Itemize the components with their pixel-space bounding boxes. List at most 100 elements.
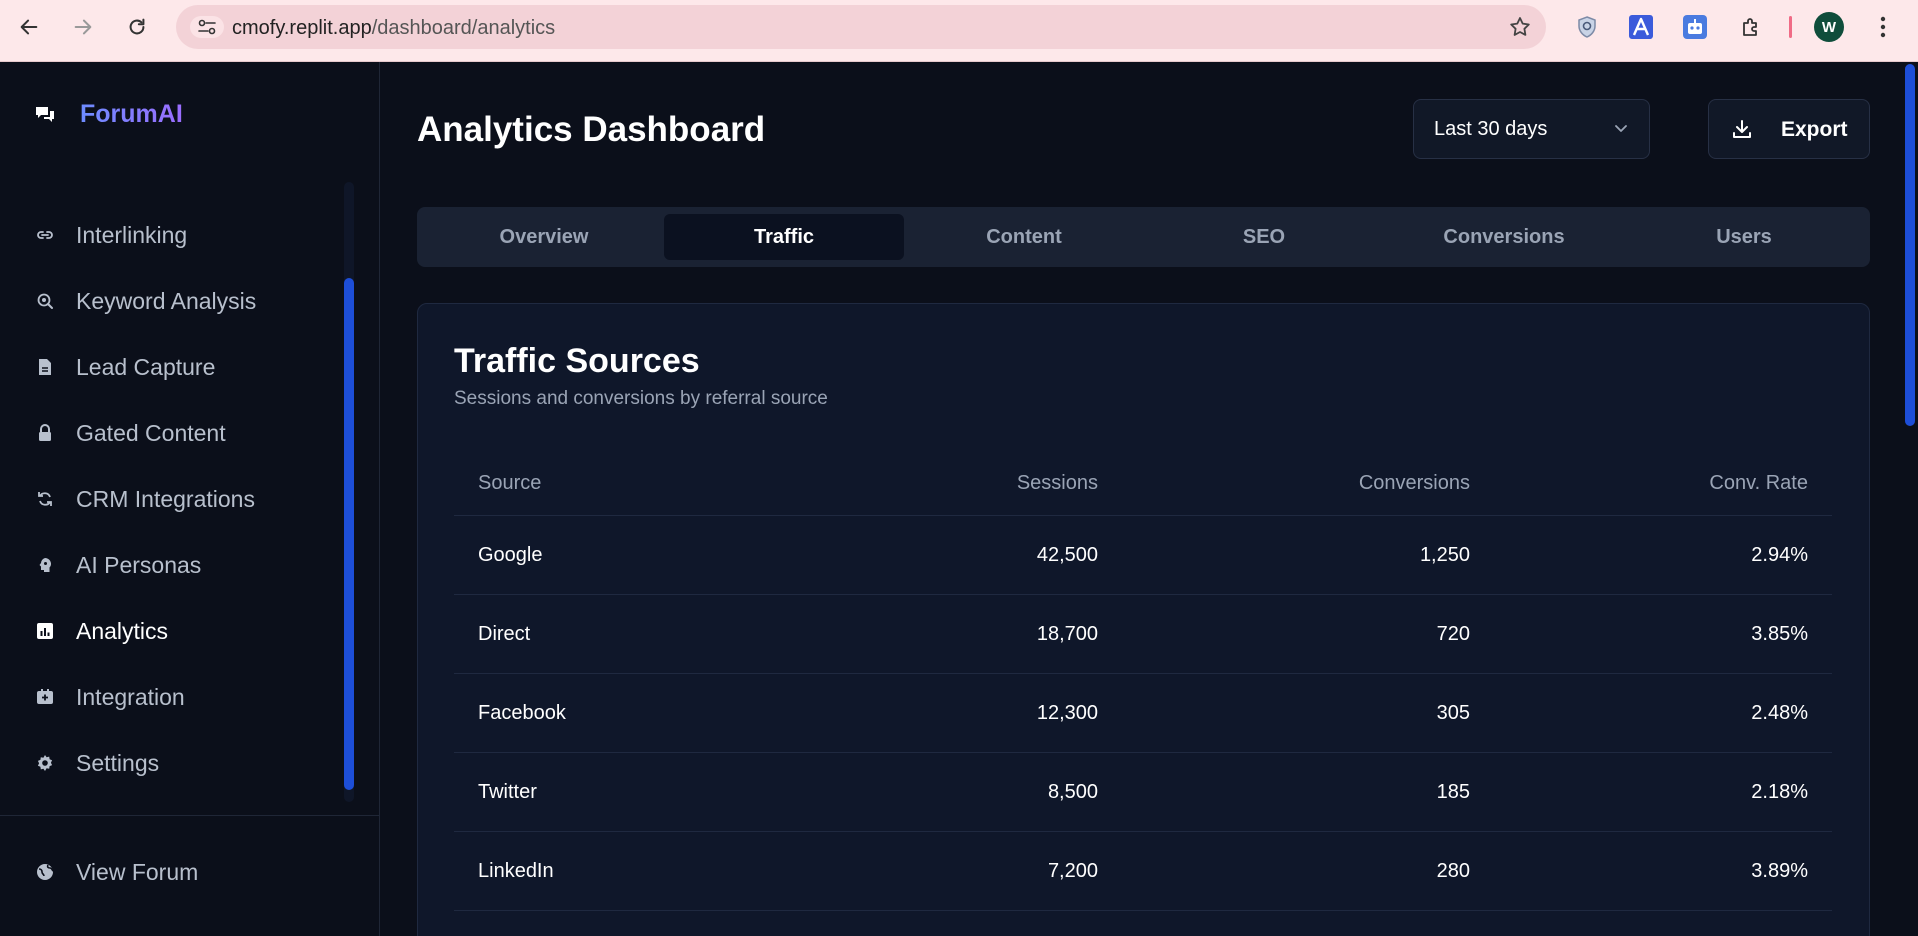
conv-rate-cell: 2.94%: [1751, 543, 1808, 566]
sidebar-item-label: CRM Integrations: [76, 485, 255, 512]
source-cell: Facebook: [478, 701, 566, 724]
conv-rate-cell: 3.85%: [1751, 622, 1808, 645]
traffic-sources-table: Source Sessions Conversions Conv. Rate G…: [454, 452, 1832, 911]
toolbar-divider: [1789, 16, 1792, 38]
source-cell: Direct: [478, 622, 531, 645]
sidebar-item-settings[interactable]: Settings: [34, 743, 334, 783]
sidebar: ForumAI Interlinking Keyword Analysis Le…: [0, 62, 380, 936]
conversions-cell: 720: [1436, 622, 1470, 645]
link-icon: [34, 224, 56, 246]
robot-extension-icon[interactable]: [1680, 12, 1710, 42]
chat-bubbles-icon: [36, 106, 54, 122]
column-header-source[interactable]: Source: [478, 452, 541, 515]
conversions-cell: 1,250: [1419, 543, 1470, 566]
profile-avatar[interactable]: W: [1814, 12, 1844, 42]
arrow-right-icon: [74, 19, 92, 35]
shield-extension-icon[interactable]: [1572, 12, 1602, 42]
traffic-sources-card: Traffic Sources Sessions and conversions…: [417, 303, 1870, 936]
url-path: /dashboard/analytics: [371, 17, 556, 39]
sidebar-item-crm-integrations[interactable]: CRM Integrations: [34, 479, 334, 519]
sidebar-item-label: Gated Content: [76, 419, 226, 446]
bar-chart-icon: [34, 620, 56, 642]
date-range-value: Last 30 days: [1434, 117, 1548, 140]
bookmark-star-icon[interactable]: [1508, 15, 1532, 44]
conversions-cell: 305: [1436, 701, 1470, 724]
conv-rate-cell: 2.18%: [1751, 780, 1808, 803]
tab-seo[interactable]: SEO: [1144, 214, 1384, 260]
reload-button[interactable]: [122, 12, 152, 42]
tab-traffic[interactable]: Traffic: [664, 214, 904, 260]
sidebar-item-analytics[interactable]: Analytics: [34, 611, 334, 651]
analytics-tabs: Overview Traffic Content SEO Conversions…: [417, 207, 1870, 267]
table-row: Twitter 8,500 185 2.18%: [454, 753, 1832, 832]
page-scrollbar-thumb[interactable]: [1905, 64, 1915, 426]
sync-icon: [34, 488, 56, 510]
conv-rate-cell: 3.89%: [1751, 859, 1808, 882]
table-header-row: Source Sessions Conversions Conv. Rate: [454, 452, 1832, 516]
tab-conversions[interactable]: Conversions: [1384, 214, 1624, 260]
sessions-cell: 8,500: [1047, 780, 1098, 803]
chevron-down-icon: [1613, 120, 1629, 141]
globe-icon: [34, 861, 56, 883]
download-icon: [1731, 118, 1753, 145]
date-range-select[interactable]: Last 30 days: [1413, 99, 1650, 159]
browser-toolbar: cmofy.replit.app/dashboard/analytics W: [0, 0, 1918, 62]
conversions-cell: 280: [1436, 859, 1470, 882]
url-text: cmofy.replit.app/dashboard/analytics: [232, 17, 555, 40]
site-info-icon[interactable]: [190, 16, 224, 38]
sidebar-divider: [0, 815, 380, 816]
tab-users[interactable]: Users: [1624, 214, 1864, 260]
tab-overview[interactable]: Overview: [424, 214, 664, 260]
main-content: Analytics Dashboard Last 30 days Export …: [381, 62, 1898, 936]
table-row: Facebook 12,300 305 2.48%: [454, 674, 1832, 753]
url-host: cmofy.replit.app: [232, 17, 372, 39]
document-icon: [34, 356, 56, 378]
forward-button[interactable]: [68, 12, 98, 42]
sidebar-item-label: Keyword Analysis: [76, 287, 257, 314]
a-extension-icon[interactable]: [1626, 12, 1656, 42]
table-row: Direct 18,700 720 3.85%: [454, 595, 1832, 674]
search-target-icon: [34, 290, 56, 312]
table-row: LinkedIn 7,200 280 3.89%: [454, 832, 1832, 911]
lock-icon: [34, 422, 56, 444]
source-cell: Google: [478, 543, 543, 566]
page-title: Analytics Dashboard: [417, 110, 766, 149]
puzzle-extensions-icon[interactable]: [1736, 12, 1766, 42]
sessions-cell: 42,500: [1036, 543, 1098, 566]
conversions-cell: 185: [1436, 780, 1470, 803]
sidebar-scrollbar-thumb[interactable]: [344, 278, 354, 790]
source-cell: Twitter: [478, 780, 537, 803]
plug-icon: [34, 686, 56, 708]
address-bar[interactable]: cmofy.replit.app/dashboard/analytics: [176, 5, 1546, 49]
more-menu-icon[interactable]: [1868, 12, 1898, 42]
sidebar-item-keyword-analysis[interactable]: Keyword Analysis: [34, 281, 334, 321]
column-header-sessions[interactable]: Sessions: [1017, 452, 1098, 515]
gear-icon: [34, 752, 56, 774]
sidebar-item-label: Interlinking: [76, 221, 188, 248]
sessions-cell: 7,200: [1047, 859, 1098, 882]
sidebar-item-label: Analytics: [76, 617, 169, 644]
column-header-conv-rate[interactable]: Conv. Rate: [1709, 452, 1808, 515]
sidebar-item-integration[interactable]: Integration: [34, 677, 334, 717]
sidebar-item-interlinking[interactable]: Interlinking: [34, 215, 334, 255]
back-button[interactable]: [14, 12, 44, 42]
export-button[interactable]: Export: [1708, 99, 1870, 159]
sessions-cell: 12,300: [1036, 701, 1098, 724]
sidebar-item-gated-content[interactable]: Gated Content: [34, 413, 334, 453]
sidebar-item-view-forum[interactable]: View Forum: [34, 852, 334, 892]
card-subtitle: Sessions and conversions by referral sou…: [454, 388, 828, 409]
sessions-cell: 18,700: [1036, 622, 1098, 645]
head-icon: [34, 554, 56, 576]
tab-content[interactable]: Content: [904, 214, 1144, 260]
sidebar-item-ai-personas[interactable]: AI Personas: [34, 545, 334, 585]
brand[interactable]: ForumAI: [34, 100, 183, 129]
table-row: Google 42,500 1,250 2.94%: [454, 516, 1832, 595]
column-header-conversions[interactable]: Conversions: [1359, 452, 1470, 515]
arrow-left-icon: [20, 19, 38, 35]
source-cell: LinkedIn: [478, 859, 554, 882]
sidebar-item-label: Lead Capture: [76, 353, 216, 380]
export-label: Export: [1781, 118, 1848, 141]
sidebar-item-label: AI Personas: [76, 551, 202, 578]
sidebar-item-lead-capture[interactable]: Lead Capture: [34, 347, 334, 387]
reload-icon: [129, 18, 145, 35]
